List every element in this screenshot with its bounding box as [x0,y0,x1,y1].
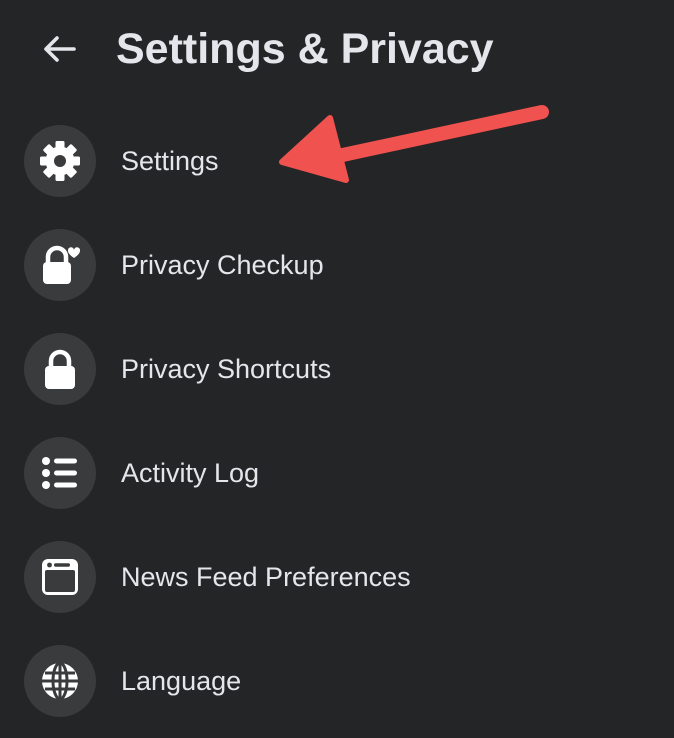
menu-item-icon-circle [24,229,96,301]
menu-item-language[interactable]: Language [0,629,674,733]
menu-item-activity-log[interactable]: Activity Log [0,421,674,525]
menu-item-label: News Feed Preferences [121,562,411,592]
back-button[interactable] [34,26,84,72]
menu-item-privacy-checkup[interactable]: Privacy Checkup [0,213,674,317]
page-title: Settings & Privacy [116,25,494,73]
globe-icon [42,661,78,701]
menu-item-label: Language [121,666,242,696]
settings-menu: Settings Privacy Checkup Privacy Shortcu… [0,0,674,738]
menu-item-label: Privacy Checkup [121,250,324,280]
list-icon [42,457,77,489]
menu-item-icon-circle [24,541,96,613]
gear-icon [40,141,80,181]
back-arrow-icon [44,36,76,62]
menu-item-news-feed-preferences[interactable]: News Feed Preferences [0,525,674,629]
lock-heart-icon [43,245,81,284]
menu-item-icon-circle [24,645,96,717]
menu-item-label: Settings [121,146,219,176]
header: Settings & Privacy [0,0,674,100]
menu-item-label: Privacy Shortcuts [121,354,332,384]
menu-item-label: Activity Log [121,458,260,488]
menu-item-settings[interactable]: Settings [0,109,674,213]
menu-item-privacy-shortcuts[interactable]: Privacy Shortcuts [0,317,674,421]
lock-icon [45,349,75,389]
menu-item-icon-circle [24,437,96,509]
menu-item-icon-circle [24,125,96,197]
news-feed-icon [42,559,78,595]
menu-item-icon-circle [24,333,96,405]
